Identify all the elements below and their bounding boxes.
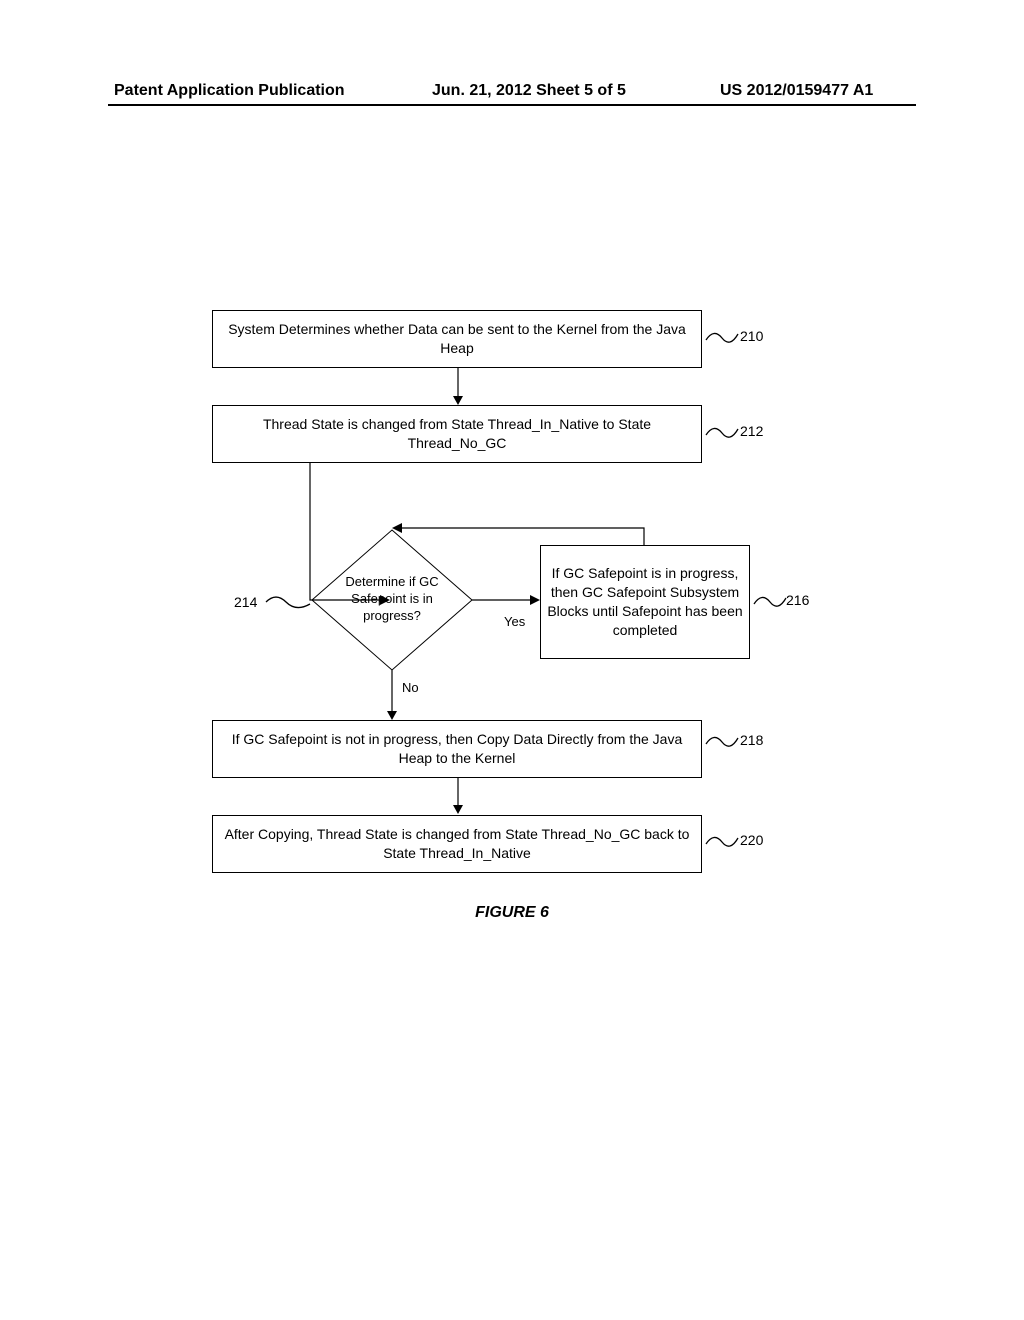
header-publication-number: US 2012/0159477 A1 bbox=[720, 82, 873, 100]
figure-caption: FIGURE 6 bbox=[0, 904, 1024, 922]
process-step-220: After Copying, Thread State is changed f… bbox=[212, 815, 702, 873]
flowchart: System Determines whether Data can be se… bbox=[0, 310, 1024, 940]
leader-210 bbox=[704, 324, 740, 348]
leader-220 bbox=[704, 828, 740, 852]
ref-210: 210 bbox=[740, 328, 763, 344]
arrow-218-220 bbox=[452, 778, 464, 818]
arrow-212-decision bbox=[310, 463, 400, 608]
arrow-decision-218-no bbox=[386, 670, 398, 724]
ref-214: 214 bbox=[234, 594, 257, 610]
ref-216: 216 bbox=[786, 592, 809, 608]
leader-212 bbox=[704, 419, 740, 443]
leader-214 bbox=[264, 590, 312, 614]
label-no: No bbox=[402, 680, 419, 695]
arrow-210-212 bbox=[452, 368, 464, 408]
process-step-216: If GC Safepoint is in progress, then GC … bbox=[540, 545, 750, 659]
process-step-218: If GC Safepoint is not in progress, then… bbox=[212, 720, 702, 778]
header-rule bbox=[108, 104, 916, 106]
label-yes: Yes bbox=[504, 614, 525, 629]
header-publication-type: Patent Application Publication bbox=[114, 82, 345, 100]
process-step-212: Thread State is changed from State Threa… bbox=[212, 405, 702, 463]
header-date-sheet: Jun. 21, 2012 Sheet 5 of 5 bbox=[432, 82, 626, 100]
arrow-216-decision-back bbox=[392, 522, 652, 552]
ref-212: 212 bbox=[740, 423, 763, 439]
process-step-210: System Determines whether Data can be se… bbox=[212, 310, 702, 368]
arrow-decision-216-yes bbox=[472, 594, 544, 606]
page: Patent Application Publication Jun. 21, … bbox=[0, 0, 1024, 1320]
leader-218 bbox=[704, 728, 740, 752]
ref-220: 220 bbox=[740, 832, 763, 848]
ref-218: 218 bbox=[740, 732, 763, 748]
leader-216 bbox=[752, 588, 788, 612]
